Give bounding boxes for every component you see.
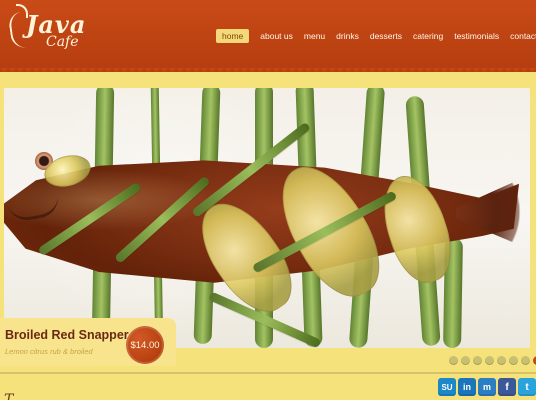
twitter-icon[interactable]: t: [518, 378, 536, 396]
header-decorative-edge: [0, 68, 536, 76]
price-badge: $14.00: [126, 326, 164, 364]
slider-dot-3[interactable]: [473, 356, 482, 365]
slider-dot-1[interactable]: [449, 356, 458, 365]
page: Java Cafe home about us menu drinks dess…: [0, 0, 536, 400]
stumbleupon-icon[interactable]: SU: [438, 378, 456, 396]
slider-pagination: [449, 356, 536, 365]
slider-dot-2[interactable]: [461, 356, 470, 365]
slider-dot-6[interactable]: [509, 356, 518, 365]
site-logo[interactable]: Java Cafe: [7, 4, 88, 64]
nav-catering[interactable]: catering: [413, 29, 443, 43]
section-divider: [0, 372, 536, 374]
slider-dot-4[interactable]: [485, 356, 494, 365]
featured-food-slide[interactable]: [4, 88, 530, 348]
nav-desserts[interactable]: desserts: [370, 29, 402, 43]
main-navigation: home about us menu drinks desserts cater…: [216, 29, 536, 43]
myspace-icon[interactable]: m: [478, 378, 496, 396]
nav-menu[interactable]: menu: [304, 29, 325, 43]
dish-description: Lemon citrus rub & broiled: [5, 347, 93, 356]
slider-dot-7[interactable]: [521, 356, 530, 365]
facebook-icon[interactable]: f: [498, 378, 516, 396]
nav-contact[interactable]: contact: [510, 29, 536, 43]
nav-testimonials[interactable]: testimonials: [454, 29, 499, 43]
nav-drinks[interactable]: drinks: [336, 29, 359, 43]
nav-home[interactable]: home: [216, 29, 250, 43]
logo-cafe-text: Cafe: [46, 34, 79, 50]
partial-section-heading: T...: [4, 392, 25, 400]
nav-about-us[interactable]: about us: [260, 29, 293, 43]
slider-dot-5[interactable]: [497, 356, 506, 365]
dish-title: Broiled Red Snapper: [5, 328, 129, 342]
social-links: SU in m f t: [438, 378, 536, 396]
linkedin-icon[interactable]: in: [458, 378, 476, 396]
